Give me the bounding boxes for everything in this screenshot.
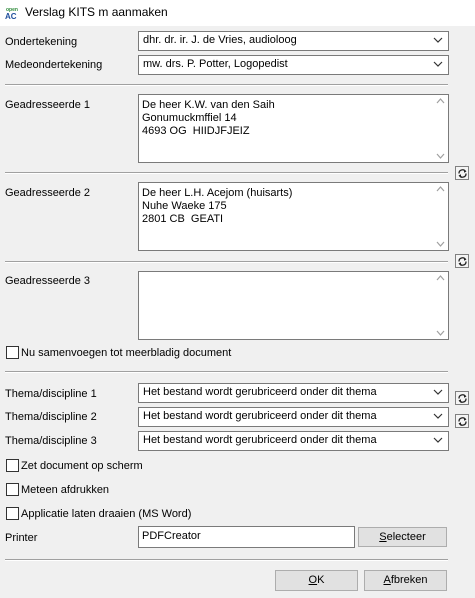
printer-label: Printer (5, 532, 38, 544)
applicatie-label[interactable]: Applicatie laten draaien (MS Word) (21, 508, 191, 520)
ok-button[interactable]: OK (275, 570, 358, 591)
separator (5, 371, 448, 373)
refresh-button[interactable] (455, 414, 469, 428)
thema-3-label: Thema/discipline 3 (5, 435, 97, 447)
printer-field[interactable]: PDFCreator (138, 526, 355, 548)
samenvoegen-checkbox[interactable] (6, 346, 19, 359)
separator (5, 172, 448, 174)
app-icon: open AC (5, 5, 20, 21)
chevron-down-icon (433, 61, 443, 67)
thema-2-value: Het bestand wordt gerubriceerd onder dit… (143, 410, 377, 422)
thema-3-dropdown[interactable]: Het bestand wordt gerubriceerd onder dit… (138, 431, 449, 451)
ok-label: K (317, 574, 325, 586)
geadresseerde-2-label: Geadresseerde 2 (5, 187, 90, 199)
scroll-down-arrow-icon[interactable] (436, 153, 445, 159)
thema-1-label: Thema/discipline 1 (5, 388, 97, 400)
thema-1-value: Het bestand wordt gerubriceerd onder dit… (143, 386, 377, 398)
thema-2-label: Thema/discipline 2 (5, 411, 97, 423)
afbreken-mnemonic: A (383, 574, 391, 586)
zet-op-scherm-checkbox[interactable] (6, 459, 19, 472)
geadresseerde-2-text: De heer L.H. Acejom (huisarts) Nuhe Waek… (142, 187, 293, 225)
zet-op-scherm-label[interactable]: Zet document op scherm (21, 460, 143, 472)
refresh-icon (458, 394, 467, 403)
geadresseerde-2-textarea[interactable]: De heer L.H. Acejom (huisarts) Nuhe Waek… (138, 182, 449, 251)
chevron-down-icon (433, 37, 443, 43)
afdrukken-label[interactable]: Meteen afdrukken (21, 484, 109, 496)
scroll-up-arrow-icon[interactable] (436, 98, 445, 104)
applicatie-checkbox[interactable] (6, 507, 19, 520)
medeondertekening-label: Medeondertekening (5, 59, 103, 71)
geadresseerde-1-label: Geadresseerde 1 (5, 99, 90, 111)
afbreken-label: fbreken (390, 574, 428, 586)
medeondertekening-dropdown[interactable]: mw. drs. P. Potter, Logopedist (138, 55, 449, 75)
separator (5, 559, 448, 561)
ondertekening-label: Ondertekening (5, 36, 78, 48)
refresh-icon (458, 417, 467, 426)
geadresseerde-1-text: De heer K.W. van den Saih Gonumuckmffiel… (142, 99, 275, 137)
chevron-down-icon (433, 389, 443, 395)
separator (5, 261, 448, 263)
chevron-down-icon (433, 413, 443, 419)
thema-1-dropdown[interactable]: Het bestand wordt gerubriceerd onder dit… (138, 383, 449, 403)
refresh-icon (458, 169, 467, 178)
geadresseerde-1-textarea[interactable]: De heer K.W. van den Saih Gonumuckmffiel… (138, 94, 449, 163)
samenvoegen-label[interactable]: Nu samenvoegen tot meerbladig document (21, 347, 231, 359)
selecteer-mnemonic: S (379, 531, 387, 543)
refresh-button[interactable] (455, 166, 469, 180)
selecteer-label: electeer (386, 531, 426, 543)
scroll-down-arrow-icon[interactable] (436, 330, 445, 336)
geadresseerde-3-textarea[interactable] (138, 271, 449, 340)
scroll-up-arrow-icon[interactable] (436, 186, 445, 192)
ondertekening-dropdown[interactable]: dhr. dr. ir. J. de Vries, audioloog (138, 31, 449, 51)
app-icon-text: AC (5, 12, 17, 20)
ok-mnemonic: O (308, 574, 318, 586)
vertical-scrollbar[interactable] (433, 183, 448, 250)
geadresseerde-3-label: Geadresseerde 3 (5, 275, 90, 287)
scroll-up-arrow-icon[interactable] (436, 275, 445, 281)
thema-2-dropdown[interactable]: Het bestand wordt gerubriceerd onder dit… (138, 407, 449, 427)
refresh-icon (458, 257, 467, 266)
refresh-button[interactable] (455, 391, 469, 405)
medeondertekening-value: mw. drs. P. Potter, Logopedist (143, 58, 288, 70)
vertical-scrollbar[interactable] (433, 272, 448, 339)
afdrukken-checkbox[interactable] (6, 483, 19, 496)
vertical-scrollbar[interactable] (433, 95, 448, 162)
scroll-down-arrow-icon[interactable] (436, 241, 445, 247)
refresh-button[interactable] (455, 254, 469, 268)
ondertekening-value: dhr. dr. ir. J. de Vries, audioloog (143, 34, 297, 46)
chevron-down-icon (433, 437, 443, 443)
thema-3-value: Het bestand wordt gerubriceerd onder dit… (143, 434, 377, 446)
separator (5, 84, 448, 86)
window-title: Verslag KITS m aanmaken (25, 5, 168, 19)
afbreken-button[interactable]: Afbreken (364, 570, 447, 591)
selecteer-button[interactable]: Selecteer (358, 527, 447, 547)
